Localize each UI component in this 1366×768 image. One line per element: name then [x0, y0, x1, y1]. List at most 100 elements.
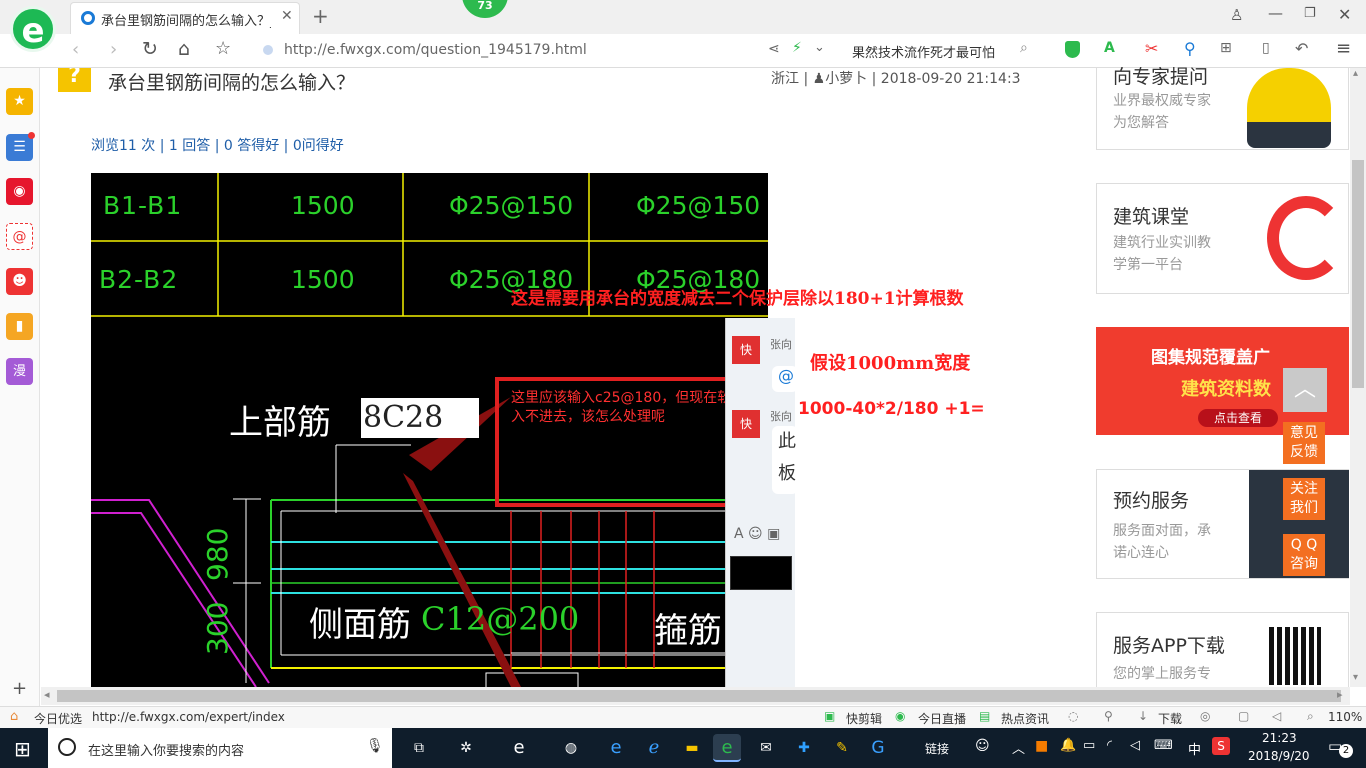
edge-icon[interactable]: e	[602, 734, 630, 762]
pin-icon[interactable]: ⚲	[1104, 709, 1113, 723]
speaker-icon[interactable]: ◁	[1130, 738, 1140, 753]
clock-date[interactable]: 2018/9/20	[1248, 749, 1310, 763]
task-view-icon[interactable]: ⧉	[405, 734, 433, 762]
file-explorer-icon[interactable]: ▬	[678, 734, 706, 762]
clock-time[interactable]: 21:23	[1262, 731, 1297, 745]
app-download-card[interactable]: 服务APP下载 您的掌上服务专	[1096, 612, 1349, 687]
g-app-icon[interactable]: G	[864, 734, 892, 762]
scroll-down-icon[interactable]: ▾	[1353, 672, 1358, 683]
gift-icon[interactable]: ⌂	[10, 709, 18, 724]
magnifier-icon[interactable]: ⚲	[1184, 39, 1196, 58]
status-item-live[interactable]: 今日直播	[918, 710, 966, 727]
top-bar-input[interactable]: 8C28	[361, 398, 479, 438]
status-item-news[interactable]: 热点资讯	[1001, 710, 1049, 727]
close-window-icon[interactable]: ✕	[1338, 5, 1351, 24]
link-label[interactable]: 链接	[925, 740, 949, 757]
site-info-icon[interactable]	[263, 45, 273, 55]
flash-icon[interactable]: ⚡	[792, 40, 802, 56]
tray-up-icon[interactable]: ︿	[1012, 738, 1025, 757]
cross-app-icon[interactable]: ✚	[790, 734, 818, 762]
menu-icon[interactable]: ≡	[1336, 38, 1351, 59]
forward-icon[interactable]: ›	[110, 39, 117, 60]
classroom-card[interactable]: 建筑课堂 建筑行业实训教 学第一平台	[1096, 183, 1349, 294]
microphone-icon[interactable]: 🎙	[366, 738, 384, 754]
download-icon[interactable]: ↓	[1138, 709, 1148, 723]
chevron-down-icon[interactable]: ⌄	[814, 40, 825, 55]
share-icon[interactable]: ⋖	[768, 41, 780, 57]
battery-icon[interactable]: ▭	[1083, 738, 1095, 753]
maximize-icon[interactable]: ❐	[1304, 6, 1316, 21]
scroll-left-icon[interactable]: ◂	[44, 688, 50, 701]
ie-icon[interactable]: ℯ	[640, 734, 668, 762]
bookmark-star-icon[interactable]: ☆	[215, 38, 231, 59]
skin-icon[interactable]: ♙	[1230, 6, 1243, 24]
daily-picks[interactable]: 今日优选	[34, 710, 82, 727]
new-tab-icon[interactable]: +	[312, 4, 329, 28]
horizontal-scrollbar[interactable]: ◂ ▸	[41, 687, 1350, 705]
favorites-icon[interactable]: ★	[6, 88, 33, 115]
translate-icon[interactable]: A	[1104, 40, 1115, 56]
address-bar[interactable]: http://e.fwxgx.com/question_1945179.html	[284, 42, 587, 58]
search-suggestion[interactable]: 果然技术流作死才最可怕	[852, 42, 995, 61]
fan-app-icon[interactable]: ✲	[452, 734, 480, 762]
notes-app-icon[interactable]: ✎	[828, 734, 856, 762]
search-icon[interactable]: ⌕	[1020, 40, 1028, 56]
comic-icon[interactable]: 漫	[6, 358, 33, 385]
home-icon[interactable]: ⌂	[178, 38, 190, 60]
windows-start-icon[interactable]: ⊞	[14, 737, 31, 761]
game-icon[interactable]: ☻	[6, 268, 33, 295]
keyboard-icon[interactable]: ⌨	[1154, 738, 1173, 753]
scroll-right-icon[interactable]: ▸	[1337, 688, 1343, 701]
banner-button[interactable]: 点击查看	[1198, 409, 1278, 427]
ime-indicator[interactable]: 中	[1188, 739, 1201, 758]
undo-icon[interactable]: ↶	[1295, 39, 1308, 58]
scroll-up-icon[interactable]: ▴	[1353, 68, 1358, 79]
back-icon[interactable]: ‹	[72, 39, 79, 60]
people-icon[interactable]: ☺	[975, 738, 990, 754]
follow-us-button[interactable]: 关注我们	[1283, 478, 1325, 520]
volume-icon[interactable]: ◁	[1272, 709, 1281, 723]
video-clip-icon[interactable]: ▣	[824, 709, 835, 723]
mail-icon[interactable]: @	[6, 223, 33, 250]
qq-consult-button[interactable]: Q Q咨询	[1283, 534, 1325, 576]
shield-icon[interactable]	[1065, 41, 1080, 58]
mail-app-icon[interactable]: ✉	[752, 734, 780, 762]
tablet-icon[interactable]: ▯	[1262, 40, 1270, 56]
status-item-clip[interactable]: 快剪辑	[846, 710, 882, 727]
speed-icon[interactable]: ◌	[1068, 709, 1078, 723]
live-icon[interactable]: ◉	[895, 709, 905, 723]
weibo-icon[interactable]: ◉	[6, 178, 33, 205]
feedback-button[interactable]: 意见反馈	[1283, 422, 1325, 464]
bell-icon[interactable]: 🔔	[1060, 738, 1076, 753]
status-item-download[interactable]: 下载	[1158, 710, 1182, 727]
active-browser-icon[interactable]: e	[713, 734, 741, 762]
answers-count[interactable]: 1 回答	[169, 138, 210, 154]
novel-icon[interactable]: ▮	[6, 313, 33, 340]
tray-app-icon[interactable]: ■	[1035, 738, 1048, 754]
scrollbar-thumb[interactable]	[57, 690, 1341, 702]
news-icon[interactable]: ▤	[979, 709, 990, 723]
chat-thumbnail[interactable]	[730, 556, 792, 590]
zoom-level[interactable]: 110%	[1328, 710, 1362, 724]
refresh-icon[interactable]: ↻	[142, 38, 158, 60]
add-sidebar-icon[interactable]: +	[12, 678, 27, 699]
vertical-scrollbar[interactable]: ▴ ▾	[1350, 68, 1366, 687]
tab-close-icon[interactable]: ✕	[281, 8, 293, 24]
wifi-icon[interactable]: ◜	[1107, 738, 1112, 753]
scissors-icon[interactable]: ✂	[1145, 39, 1158, 58]
vertical-scrollbar-thumb[interactable]	[1352, 160, 1364, 388]
author-name[interactable]: 小萝卜	[825, 71, 867, 87]
sogou-icon[interactable]: S	[1212, 737, 1230, 755]
active-tab[interactable]: 承台里钢筋间隔的怎么输入？_广 ✕	[70, 2, 300, 34]
minimize-icon[interactable]: —	[1268, 4, 1283, 22]
back-to-top-button[interactable]: ︿	[1283, 368, 1327, 412]
zoom-icon[interactable]: ⌕	[1307, 709, 1314, 724]
taskbar-search-box[interactable]: 在这里输入你要搜索的内容 🎙	[48, 728, 392, 768]
apps-grid-icon[interactable]: ⊞	[1220, 40, 1232, 56]
window-icon[interactable]: ▢	[1238, 709, 1249, 723]
notification-badge[interactable]: 73	[462, 0, 508, 18]
ask-expert-card[interactable]: 向专家提问 业界最权威专家 为您解答	[1096, 66, 1349, 150]
browser-logo-icon[interactable]: e	[10, 6, 56, 52]
browser-e-icon[interactable]: e	[505, 734, 533, 762]
cleanup-icon[interactable]: ◎	[1200, 709, 1210, 723]
